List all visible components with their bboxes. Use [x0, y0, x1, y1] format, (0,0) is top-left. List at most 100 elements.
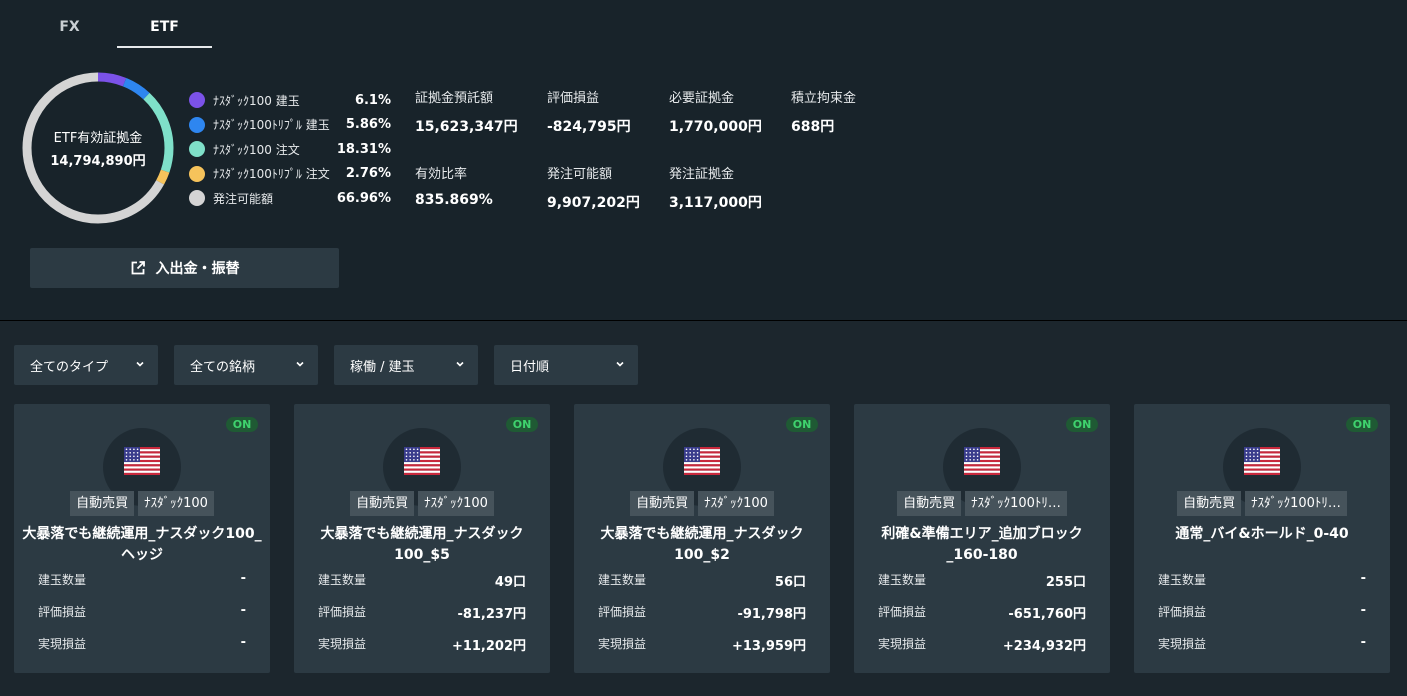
- row-value: -: [1360, 635, 1366, 650]
- row-value: +11,202円: [451, 639, 526, 654]
- row-value: -: [1360, 571, 1366, 586]
- tag-auto-trade: 自動売買: [350, 491, 415, 516]
- tag-auto-trade: 自動売買: [630, 491, 695, 516]
- legend-pct: 2.76%: [345, 166, 391, 182]
- stat-reserve: 積立拘束金 688円: [791, 87, 909, 136]
- row-value: +234,932円: [1002, 639, 1086, 654]
- strategy-card[interactable]: ON 自動売買 ﾅｽﾀﾞｯｸ100 大暴落でも継続運用_ナスダック100_ヘッジ…: [14, 404, 270, 673]
- row-value: -: [240, 635, 246, 650]
- deposit-transfer-button[interactable]: 入出金・振替: [30, 248, 339, 288]
- card-row-unrealized: 評価損益 -91,798円: [598, 603, 806, 622]
- filter-sort-select[interactable]: 日付順: [494, 345, 638, 385]
- strategy-card[interactable]: ON 自動売買 ﾅｽﾀﾞｯｸ100ﾄﾘ… 通常_バイ&ホールド_0-40 建玉数…: [1134, 404, 1390, 673]
- strategy-card[interactable]: ON 自動売買 ﾅｽﾀﾞｯｸ100 大暴落でも継続運用_ナスダック100_$2 …: [574, 404, 830, 673]
- card-row-realized: 実現損益 +11,202円: [318, 635, 526, 654]
- legend-dot-icon: [189, 190, 205, 207]
- row-value: 255口: [1045, 575, 1086, 590]
- status-badge: ON: [226, 417, 258, 432]
- status-badge: ON: [1066, 417, 1098, 432]
- tag-symbol: ﾅｽﾀﾞｯｸ100ﾄﾘ…: [965, 491, 1067, 516]
- legend-name: 発注可能額: [213, 191, 274, 206]
- row-label: 建玉数量: [38, 573, 87, 587]
- card-title: 通常_バイ&ホールド_0-40: [1175, 526, 1349, 542]
- legend-item: ﾅｽﾀﾞｯｸ100 注文 18.31%: [189, 137, 394, 162]
- legend-dot-icon: [189, 92, 205, 109]
- legend-dot-icon: [189, 165, 205, 182]
- row-label: 評価損益: [1158, 605, 1207, 619]
- row-value: -: [240, 571, 246, 586]
- tab-fx[interactable]: FX: [22, 0, 117, 48]
- card-row-unrealized: 評価損益 -: [38, 603, 246, 621]
- stat-deposit: 証拠金預託額 15,623,347円: [415, 87, 533, 136]
- card-row-unrealized: 評価損益 -81,237円: [318, 603, 526, 622]
- legend-pct: 18.31%: [336, 141, 391, 157]
- row-label: 建玉数量: [878, 573, 927, 587]
- legend-name: ﾅｽﾀﾞｯｸ100ﾄﾘﾌﾟﾙ 建玉: [213, 118, 330, 133]
- row-value: 56口: [774, 575, 806, 590]
- chevron-down-icon: [134, 358, 146, 374]
- stat-label: 必要証拠金: [669, 91, 735, 106]
- card-row-realized: 実現損益 +234,932円: [878, 635, 1086, 654]
- filter-status-select[interactable]: 稼働 / 建玉: [334, 345, 478, 385]
- row-label: 実現損益: [38, 637, 87, 651]
- strategy-card[interactable]: ON 自動売買 ﾅｽﾀﾞｯｸ100ﾄﾘ… 利確&準備エリア_追加ブロック_160…: [854, 404, 1110, 673]
- stat-available: 発注可能額 9,907,202円: [547, 163, 665, 212]
- deposit-transfer-label: 入出金・振替: [155, 261, 240, 277]
- row-label: 評価損益: [38, 605, 87, 619]
- stat-value: 9,907,202円: [547, 195, 640, 211]
- card-title: 利確&準備エリア_追加ブロック_160-180: [881, 526, 1083, 563]
- tab-etf[interactable]: ETF: [117, 0, 212, 48]
- stat-unrealized: 評価損益 -824,795円: [547, 87, 665, 136]
- tag-symbol: ﾅｽﾀﾞｯｸ100: [418, 491, 494, 516]
- legend-item: ﾅｽﾀﾞｯｸ100ﾄﾘﾌﾟﾙ 注文 2.76%: [189, 162, 394, 187]
- legend-item: ﾅｽﾀﾞｯｸ100ﾄﾘﾌﾟﾙ 建玉 5.86%: [189, 113, 394, 138]
- filter-type-select[interactable]: 全てのタイプ: [14, 345, 158, 385]
- margin-donut-chart: ETF有効証拠金 14,794,890円: [20, 70, 176, 226]
- stat-value: 835.869%: [415, 192, 493, 208]
- row-label: 評価損益: [878, 605, 927, 619]
- filter-label: 全てのタイプ: [30, 359, 109, 375]
- tag-auto-trade: 自動売買: [70, 491, 135, 516]
- stat-label: 評価損益: [547, 91, 600, 106]
- tag-symbol: ﾅｽﾀﾞｯｸ100: [138, 491, 214, 516]
- row-value: -651,760円: [1008, 607, 1086, 622]
- card-row-quantity: 建玉数量 -: [1158, 571, 1366, 589]
- filter-symbol-select[interactable]: 全ての銘柄: [174, 345, 318, 385]
- row-label: 評価損益: [318, 605, 367, 619]
- stat-label: 発注証拠金: [669, 167, 735, 182]
- chevron-down-icon: [294, 358, 306, 374]
- card-row-quantity: 建玉数量 49口: [318, 571, 526, 590]
- legend-name: ﾅｽﾀﾞｯｸ100 注文: [213, 142, 300, 157]
- tag-symbol: ﾅｽﾀﾞｯｸ100: [698, 491, 774, 516]
- status-badge: ON: [786, 417, 818, 432]
- donut-center-value: 14,794,890円: [50, 154, 146, 169]
- stat-value: 688円: [791, 119, 835, 135]
- row-label: 実現損益: [598, 637, 647, 651]
- stat-value: -824,795円: [547, 119, 631, 135]
- card-row-quantity: 建玉数量 56口: [598, 571, 806, 590]
- row-value: -: [1360, 603, 1366, 618]
- card-row-realized: 実現損益 +13,959円: [598, 635, 806, 654]
- stat-order-margin: 発注証拠金 3,117,000円: [669, 163, 787, 212]
- row-value: 49口: [494, 575, 526, 590]
- row-label: 実現損益: [1158, 637, 1207, 651]
- card-row-unrealized: 評価損益 -: [1158, 603, 1366, 621]
- row-label: 評価損益: [598, 605, 647, 619]
- card-title: 大暴落でも継続運用_ナスダック100_$2: [600, 526, 804, 563]
- filter-label: 全ての銘柄: [190, 359, 256, 375]
- strategy-card[interactable]: ON 自動売買 ﾅｽﾀﾞｯｸ100 大暴落でも継続運用_ナスダック100_$5 …: [294, 404, 550, 673]
- stat-value: 3,117,000円: [669, 195, 762, 211]
- status-badge: ON: [1346, 417, 1378, 432]
- stat-label: 積立拘束金: [791, 91, 857, 106]
- card-row-realized: 実現損益 -: [1158, 635, 1366, 653]
- row-label: 建玉数量: [598, 573, 647, 587]
- donut-legend: ﾅｽﾀﾞｯｸ100 建玉 6.1% ﾅｽﾀﾞｯｸ100ﾄﾘﾌﾟﾙ 建玉 5.86…: [189, 88, 394, 211]
- stat-label: 発注可能額: [547, 167, 613, 182]
- legend-item: ﾅｽﾀﾞｯｸ100 建玉 6.1%: [189, 88, 394, 113]
- chevron-down-icon: [454, 358, 466, 374]
- filter-label: 稼働 / 建玉: [350, 359, 415, 375]
- row-value: -: [240, 603, 246, 618]
- stat-label: 証拠金預託額: [415, 91, 494, 106]
- card-row-unrealized: 評価損益 -651,760円: [878, 603, 1086, 622]
- row-label: 建玉数量: [318, 573, 367, 587]
